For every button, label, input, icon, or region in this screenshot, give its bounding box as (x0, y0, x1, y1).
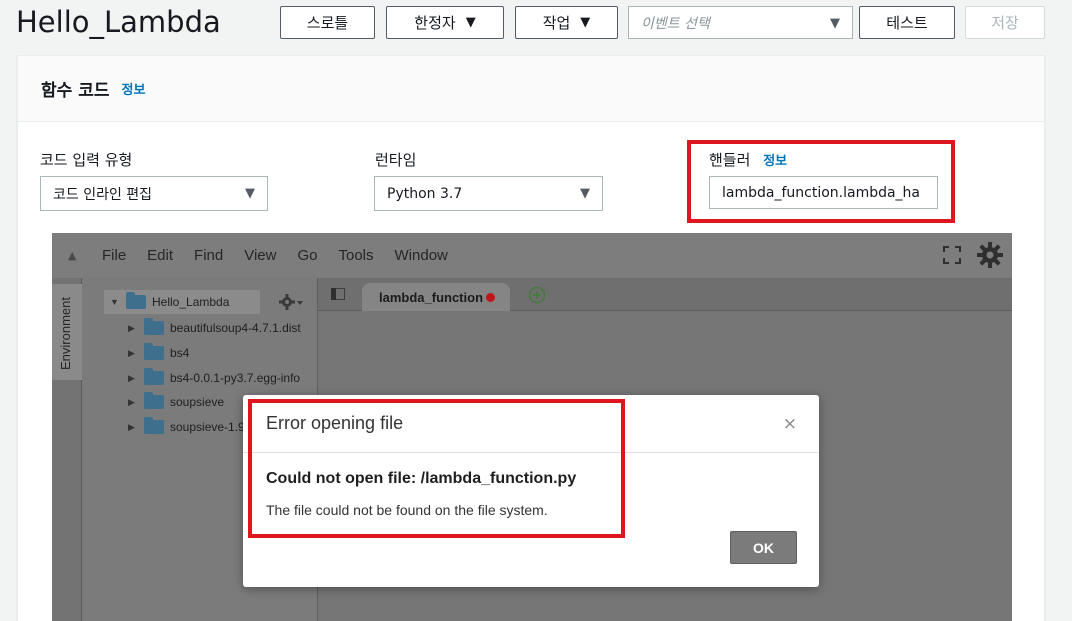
gear-icon[interactable] (976, 241, 1004, 269)
actions-label: 작업 (542, 14, 571, 32)
save-button[interactable]: 저장 (965, 6, 1045, 39)
tree-item-label: soupsieve (170, 395, 225, 409)
caret-down-icon[interactable]: ▼ (110, 297, 120, 307)
environment-tab-label: Environment (58, 297, 73, 370)
tree-settings-gear-icon[interactable] (278, 293, 304, 311)
ide-right-icons (942, 241, 1004, 269)
folder-icon (144, 368, 164, 385)
caret-down-icon: ▼ (465, 15, 476, 30)
menu-find[interactable]: Find (194, 247, 223, 264)
folder-icon (144, 417, 164, 434)
tree-item[interactable]: ▶ bs4-0.0.1-py3.7.egg-info (128, 368, 301, 385)
handler-label: 핸들러 정보 (709, 149, 787, 170)
folder-icon (144, 343, 164, 360)
error-dialog: Error opening file × Could not open file… (243, 395, 819, 587)
tree-root-label: Hello_Lambda (152, 295, 230, 309)
dialog-title: Error opening file (266, 413, 404, 433)
folder-icon (144, 318, 164, 335)
caret-right-icon[interactable]: ▶ (128, 397, 138, 408)
save-label: 저장 (991, 14, 1019, 32)
event-placeholder: 이벤트 선택 (641, 15, 710, 32)
throttle-label: 스로틀 (306, 14, 349, 32)
ide-menubar: ▲ File Edit Find View Go Tools Window (52, 233, 1012, 278)
tree-root-item[interactable]: ▼ Hello_Lambda (110, 292, 230, 309)
caret-right-icon[interactable]: ▶ (128, 422, 138, 433)
tree-item[interactable]: ▶ soupsieve-1.9 (128, 417, 245, 434)
tab-menu-icon[interactable] (331, 288, 345, 300)
runtime-label: 런타임 (375, 151, 417, 169)
dialog-detail: The file could not be found on the file … (266, 502, 548, 518)
runtime-select[interactable]: Python 3.7 ▼ (374, 176, 603, 211)
tree-item-label: beautifulsoup4-4.7.1.dist (170, 321, 301, 335)
folder-icon (144, 392, 164, 409)
ok-button[interactable]: OK (730, 531, 797, 564)
menu-file[interactable]: File (102, 247, 126, 264)
function-title: Hello_Lambda (16, 5, 221, 39)
tree-item-label: bs4 (170, 346, 190, 360)
caret-down-icon: ▼ (580, 15, 591, 30)
folder-icon (126, 292, 146, 309)
menu-tools[interactable]: Tools (338, 247, 373, 264)
menu-edit[interactable]: Edit (147, 247, 173, 264)
file-tab-label: lambda_function (379, 289, 484, 305)
runtime-value: Python 3.7 (387, 185, 463, 202)
environment-tab[interactable]: Environment (52, 284, 82, 380)
menu-view[interactable]: View (244, 247, 276, 264)
file-tab-lambda-function[interactable]: lambda_function (362, 283, 510, 311)
ide-side-panel: Environment (52, 278, 82, 621)
panel-header: 함수 코드 정보 (18, 56, 1044, 122)
collapse-up-icon[interactable]: ▲ (68, 249, 102, 262)
actions-dropdown[interactable]: 작업 ▼ (515, 6, 618, 39)
menu-window[interactable]: Window (395, 247, 448, 264)
handler-info-link[interactable]: 정보 (763, 154, 787, 169)
menu-go[interactable]: Go (297, 247, 317, 264)
code-entry-label: 코드 입력 유형 (40, 151, 133, 169)
handler-label-text: 핸들러 (709, 151, 751, 169)
test-button[interactable]: 테스트 (859, 6, 955, 39)
close-icon[interactable]: × (783, 414, 797, 434)
caret-down-icon: ▼ (830, 16, 840, 31)
dialog-message: Could not open file: /lambda_function.py (266, 470, 577, 487)
handler-input[interactable]: lambda_function.lambda_ha (709, 176, 938, 209)
qualifier-dropdown[interactable]: 한정자 ▼ (386, 6, 504, 39)
tree-item[interactable]: ▶ bs4 (128, 343, 190, 360)
caret-down-icon: ▼ (245, 186, 255, 201)
info-link[interactable]: 정보 (121, 79, 145, 98)
dialog-header: Error opening file (243, 395, 819, 453)
code-entry-value: 코드 인라인 편집 (53, 186, 153, 203)
add-tab-plus-icon[interactable] (528, 286, 546, 304)
tree-item-label: bs4-0.0.1-py3.7.egg-info (170, 371, 301, 385)
panel-title: 함수 코드 (41, 81, 110, 101)
tree-item[interactable]: ▶ beautifulsoup4-4.7.1.dist (128, 318, 301, 335)
qualifier-label: 한정자 (414, 14, 456, 32)
unsaved-dot-icon (486, 292, 496, 302)
caret-down-icon: ▼ (580, 186, 590, 201)
throttle-button[interactable]: 스로틀 (280, 6, 375, 39)
caret-right-icon[interactable]: ▶ (128, 373, 138, 384)
caret-right-icon[interactable]: ▶ (128, 323, 138, 334)
editor-tab-strip: lambda_function (318, 278, 1012, 311)
tree-item-label: soupsieve-1.9 (170, 420, 245, 434)
code-entry-select[interactable]: 코드 인라인 편집 ▼ (40, 176, 268, 211)
test-event-select[interactable]: 이벤트 선택 ▼ (628, 6, 853, 39)
test-label: 테스트 (886, 14, 928, 32)
tree-item[interactable]: ▶ soupsieve (128, 392, 225, 409)
fullscreen-icon[interactable] (942, 245, 962, 265)
caret-right-icon[interactable]: ▶ (128, 348, 138, 359)
